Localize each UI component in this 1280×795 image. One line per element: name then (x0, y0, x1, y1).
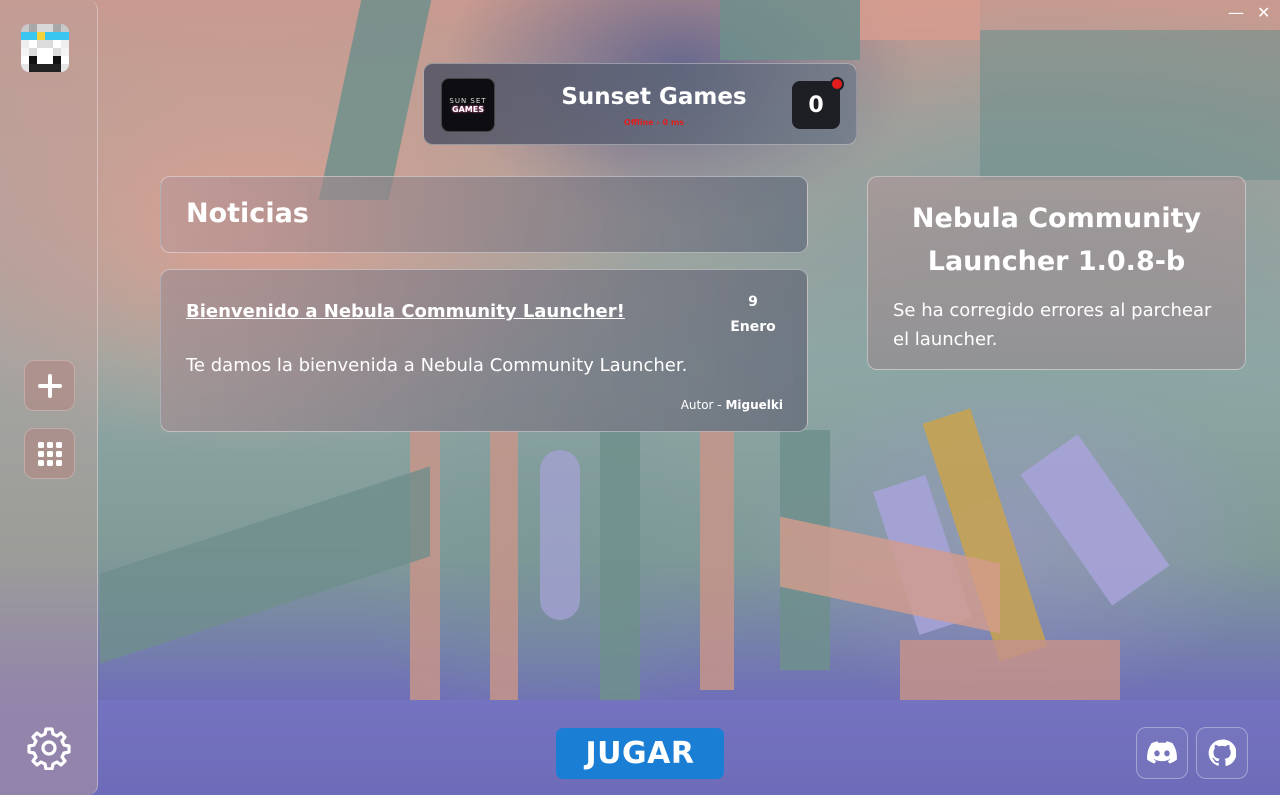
settings-button[interactable] (27, 726, 71, 771)
update-notes-panel: Nebula Community Launcher 1.0.8-b Se ha … (867, 176, 1246, 370)
github-button[interactable] (1196, 727, 1248, 779)
news-item-author-label: Autor - (680, 398, 726, 412)
instances-grid-button[interactable] (24, 428, 75, 479)
sidebar (0, 0, 98, 795)
player-count-badge: 0 (792, 77, 844, 129)
player-avatar[interactable] (21, 24, 69, 72)
play-button[interactable]: JUGAR (556, 728, 724, 779)
news-item: Bienvenido a Nebula Community Launcher! … (160, 269, 808, 432)
server-status-text: Offline - 0 ms (624, 118, 684, 127)
news-item-body: Te damos la bienvenida a Nebula Communit… (186, 355, 688, 376)
add-instance-button[interactable] (24, 360, 75, 411)
discord-icon (1147, 741, 1177, 764)
github-icon (1208, 739, 1236, 766)
server-logo-line1: SUN SET (449, 96, 487, 105)
news-header-panel: Noticias (160, 176, 808, 253)
player-count-value: 0 (808, 92, 824, 118)
close-button[interactable]: ✕ (1257, 4, 1270, 22)
grid-icon (37, 441, 62, 466)
server-name: Sunset Games (561, 84, 747, 110)
news-item-author: Autor - Miguelki (681, 398, 783, 412)
offline-status-dot (830, 77, 844, 91)
news-item-author-name: Miguelki (725, 398, 783, 412)
minimize-button[interactable]: — (1228, 4, 1244, 22)
news-item-date: 9 Enero (723, 290, 783, 340)
server-logo: SUN SET GAMES (441, 78, 495, 132)
plus-icon (37, 373, 62, 398)
news-item-title-link[interactable]: Bienvenido a Nebula Community Launcher! (186, 301, 625, 322)
update-title: Nebula Community Launcher 1.0.8-b (911, 203, 1202, 277)
news-header-title: Noticias (186, 198, 309, 229)
news-item-month: Enero (730, 319, 776, 335)
gear-icon (27, 727, 71, 771)
server-logo-line2: GAMES (452, 104, 484, 114)
news-item-day: 9 (748, 294, 758, 310)
discord-button[interactable] (1136, 727, 1188, 779)
server-status-card[interactable]: SUN SET GAMES Sunset Games Offline - 0 m… (423, 63, 857, 145)
update-body: Se ha corregido errores al parchear el l… (893, 300, 1212, 350)
